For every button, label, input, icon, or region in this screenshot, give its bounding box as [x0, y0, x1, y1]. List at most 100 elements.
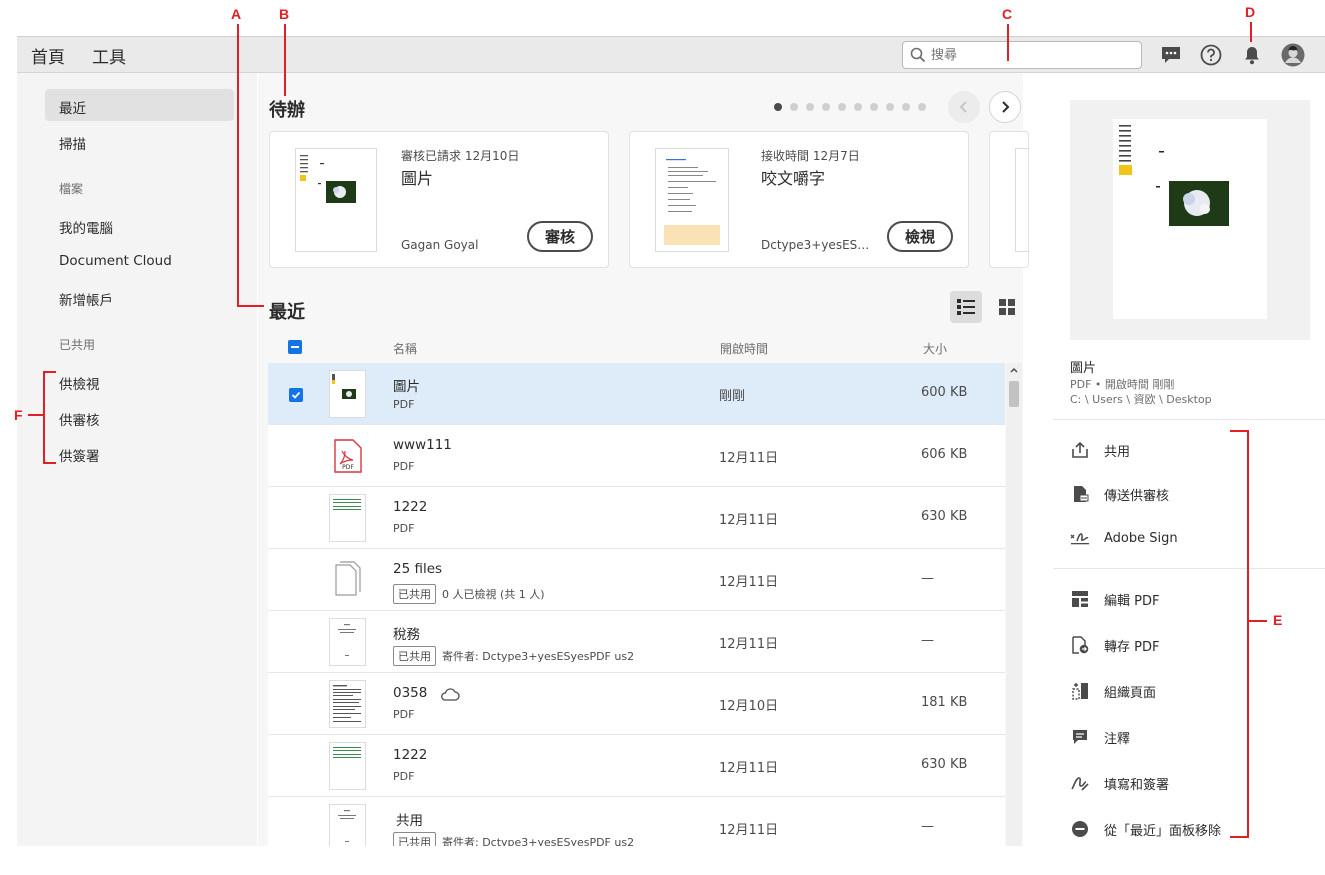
fill-and-sign-label: 填寫和簽署 — [1104, 777, 1170, 793]
share-status: 0 人已檢視 (共 1 人) — [442, 588, 545, 601]
carousel-dot[interactable] — [838, 103, 846, 111]
table-row[interactable]: 稅務 已共用 寄件者: Dctype3+yesESyesPDF us2 12月1… — [268, 611, 1005, 673]
table-row[interactable]: 圖片 PDF 剛剛 600 KB — [268, 363, 1005, 425]
column-name[interactable]: 名稱 — [393, 340, 417, 357]
annotation-a-label: A — [231, 6, 242, 22]
select-all-checkbox[interactable] — [288, 340, 302, 354]
annotation-c-line — [1007, 24, 1009, 61]
annotation-e-label: E — [1273, 612, 1283, 628]
comment-icon — [1070, 727, 1090, 747]
export-pdf-action[interactable]: 轉存 PDF — [1070, 633, 1159, 657]
carousel-dot[interactable] — [918, 103, 926, 111]
view-button[interactable]: 檢視 — [887, 221, 953, 252]
carousel-dots[interactable] — [774, 103, 926, 111]
sidebar-item-recent[interactable]: 最近 — [45, 89, 234, 121]
avatar[interactable] — [1281, 43, 1305, 67]
center-panel: 待辦 審核已請求 12月10日 圖片 Gagan Goyal 審核 接收時間 1… — [258, 73, 1029, 846]
share-icon — [1070, 440, 1090, 460]
sender: 寄件者: Dctype3+yesESyesPDF us2 — [442, 836, 635, 846]
column-opened[interactable]: 開啟時間 — [720, 340, 768, 357]
preview-page — [1113, 119, 1267, 319]
table-row[interactable]: 25 files 已共用 0 人已檢視 (共 1 人) 12月11日 — — [268, 549, 1005, 611]
sidebar-item-for-sign[interactable]: 供簽署 — [45, 437, 234, 469]
sender: 寄件者: Dctype3+yesESyesPDF us2 — [442, 650, 635, 663]
scrollbar-thumb[interactable] — [1009, 381, 1019, 407]
carousel-dot[interactable] — [854, 103, 862, 111]
review-button[interactable]: 審核 — [527, 221, 593, 252]
todo-card[interactable]: 審核已請求 12月10日 圖片 Gagan Goyal 審核 — [269, 131, 609, 268]
remove-from-recent-action[interactable]: 從「最近」面板移除 — [1070, 817, 1221, 841]
file-thumbnail — [329, 618, 366, 666]
shared-badge: 已共用 — [393, 584, 436, 604]
chat-icon[interactable] — [1159, 43, 1183, 67]
search-box[interactable] — [902, 41, 1142, 69]
notification-bell-icon[interactable] — [1240, 43, 1264, 67]
list-view-button[interactable] — [950, 291, 982, 323]
table-row[interactable]: PDF www111 PDF 12月11日 606 KB — [268, 425, 1005, 487]
recent-file-list: 圖片 PDF 剛剛 600 KB PDF www111 PDF 12月11日 6… — [268, 363, 1005, 846]
table-row[interactable]: 1222 PDF 12月11日 630 KB — [268, 735, 1005, 797]
edit-pdf-label: 編輯 PDF — [1104, 593, 1160, 609]
card-meta: 審核已請求 12月10日 — [401, 149, 520, 163]
acrobat-window: 首頁 工具 最近 掃描 檔案 — [17, 36, 1325, 846]
sidebar-item-for-view[interactable]: 供檢視 — [45, 365, 234, 397]
todo-title: 待辦 — [269, 100, 305, 121]
carousel-dot[interactable] — [806, 103, 814, 111]
table-row[interactable]: 1222 PDF 12月11日 630 KB — [268, 487, 1005, 549]
pdf-file-icon: PDF — [329, 432, 366, 480]
carousel-dot[interactable] — [886, 103, 894, 111]
annotation-f-bracket — [28, 414, 44, 416]
adobe-sign-action[interactable]: Adobe Sign — [1070, 526, 1178, 550]
table-header: 名稱 開啟時間 大小 — [268, 331, 1005, 363]
fill-sign-icon — [1070, 773, 1090, 793]
file-thumbnail — [329, 494, 366, 542]
fill-and-sign-action[interactable]: 填寫和簽署 — [1070, 771, 1169, 795]
shared-badge: 已共用 — [393, 646, 436, 666]
file-opened-time: 12月11日 — [719, 761, 779, 776]
todo-card-partial[interactable] — [989, 131, 1029, 268]
sidebar-item-my-computer[interactable]: 我的電腦 — [45, 209, 234, 241]
search-input[interactable] — [931, 45, 1131, 65]
selected-file-meta: PDF • 開啟時間 剛剛 — [1070, 378, 1175, 391]
file-type: PDF — [393, 460, 415, 473]
top-bar: 首頁 工具 — [17, 36, 1325, 76]
carousel-dot[interactable] — [870, 103, 878, 111]
comment-action[interactable]: 注釋 — [1070, 725, 1130, 749]
file-name: 1222 — [393, 747, 428, 763]
tab-home[interactable]: 首頁 — [31, 43, 65, 76]
remove-icon — [1070, 819, 1090, 839]
scroll-up-arrow-icon[interactable] — [1010, 367, 1018, 373]
annotation-e-bracket — [1247, 430, 1249, 838]
grid-view-button[interactable] — [991, 291, 1023, 323]
annotation-f-label: F — [14, 407, 23, 423]
sidebar-item-for-review[interactable]: 供審核 — [45, 401, 234, 433]
organize-pages-action[interactable]: 組織頁面 — [1070, 679, 1156, 703]
file-type: PDF — [393, 522, 415, 535]
column-size[interactable]: 大小 — [923, 340, 947, 357]
carousel-dot[interactable] — [902, 103, 910, 111]
file-size: 600 KB — [921, 385, 968, 400]
send-for-review-action[interactable]: 傳送供審核 — [1070, 482, 1169, 506]
sidebar-item-scan[interactable]: 掃描 — [45, 125, 234, 157]
row-checkbox[interactable] — [289, 388, 303, 402]
table-row[interactable]: 共用 已共用 寄件者: Dctype3+yesESyesPDF us2 12月1… — [268, 797, 1005, 846]
sidebar-item-add-account[interactable]: 新增帳戶 — [45, 281, 234, 313]
sidebar-item-document-cloud[interactable]: Document Cloud — [45, 245, 234, 277]
share-action[interactable]: 共用 — [1070, 438, 1130, 462]
carousel-dot[interactable] — [774, 103, 782, 111]
todo-card[interactable]: 接收時間 12月7日 咬文嚼字 Dctype3+yesESyes… 檢視 — [629, 131, 969, 268]
table-row[interactable]: 0358 PDF 12月10日 181 KB — [268, 673, 1005, 735]
help-icon[interactable] — [1199, 43, 1223, 67]
tab-tools[interactable]: 工具 — [92, 43, 126, 74]
carousel-prev-button[interactable] — [948, 91, 980, 123]
carousel-dot[interactable] — [822, 103, 830, 111]
file-name: 稅務 — [393, 627, 420, 643]
share-action-label: 共用 — [1104, 444, 1131, 460]
annotation-e-bracket — [1230, 836, 1249, 838]
carousel-next-button[interactable] — [989, 91, 1021, 123]
carousel-dot[interactable] — [790, 103, 798, 111]
annotation-b-label: B — [279, 6, 290, 22]
card-sender: Gagan Goyal — [401, 238, 479, 252]
edit-pdf-action[interactable]: 編輯 PDF — [1070, 587, 1159, 611]
list-scrollbar[interactable] — [1006, 363, 1022, 846]
